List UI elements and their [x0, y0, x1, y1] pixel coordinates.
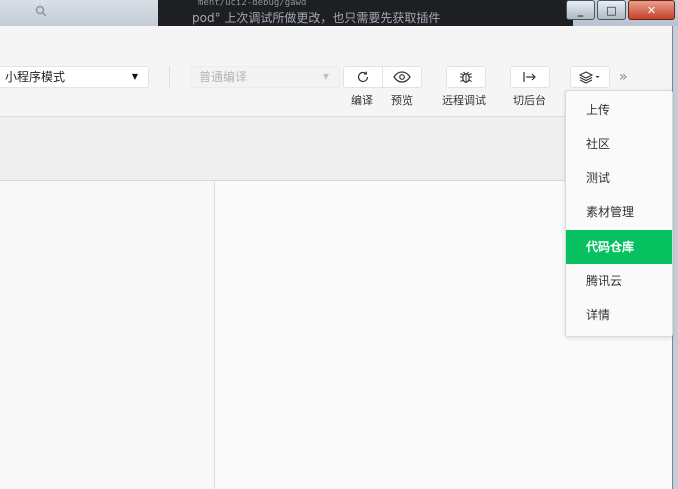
switch-background-label: 切后台 — [513, 94, 546, 107]
menu-item-upload[interactable]: 上传 — [566, 93, 672, 127]
background-text-line1: ment/uci2-debug/gawd — [198, 0, 307, 8]
menu-item-tencent-cloud[interactable]: 腾讯云 — [566, 264, 672, 298]
toolbar-divider — [169, 66, 170, 88]
switch-background-icon — [522, 71, 538, 83]
caret-down-icon: ▼ — [322, 72, 329, 81]
remote-debug-button[interactable] — [446, 66, 486, 88]
toolbar-overflow-icon[interactable]: » — [619, 69, 627, 85]
menu-item-test[interactable]: 测试 — [566, 161, 672, 195]
menu-item-asset-management[interactable]: 素材管理 — [566, 195, 672, 229]
menu-item-community[interactable]: 社区 — [566, 127, 672, 161]
mode-select-value: 小程序模式 — [5, 70, 66, 84]
switch-background-button[interactable] — [510, 66, 550, 88]
refresh-icon — [356, 70, 370, 84]
menu-item-code-repository[interactable]: 代码仓库 — [566, 230, 672, 264]
compile-button[interactable] — [343, 66, 383, 88]
menu-item-details[interactable]: 详情 — [566, 298, 672, 332]
window-controls: _ □ ✕ — [566, 0, 678, 22]
eye-icon — [393, 71, 411, 83]
more-tools-dropdown: 上传 社区 测试 素材管理 代码仓库 腾讯云 详情 — [565, 90, 673, 337]
background-window-terminal: ment/uci2-debug/gawd pod° 上次调试所做更改，也只需要先… — [158, 0, 573, 26]
minimize-button[interactable]: _ — [566, 0, 595, 20]
search-icon — [35, 5, 47, 20]
compile-mode-placeholder: 普通编译 — [199, 70, 248, 84]
compile-label: 编译 — [351, 94, 373, 107]
bug-icon — [458, 69, 474, 85]
simulator-panel — [0, 181, 215, 489]
remote-debug-label: 远程调试 — [442, 94, 486, 107]
mode-select[interactable]: 小程序模式 ▼ — [0, 66, 149, 88]
caret-down-icon: ▼ — [131, 72, 138, 81]
more-tools-button[interactable] — [570, 66, 610, 88]
preview-label: 预览 — [391, 94, 413, 107]
layers-icon — [579, 70, 601, 84]
background-window-left — [0, 0, 160, 26]
preview-button[interactable] — [382, 66, 422, 88]
close-button[interactable]: ✕ — [628, 0, 675, 20]
compile-mode-select[interactable]: 普通编译 ▼ — [190, 66, 340, 88]
background-text-line2: pod° 上次调试所做更改，也只需要先获取插件 — [192, 11, 441, 25]
maximize-button[interactable]: □ — [597, 0, 626, 20]
